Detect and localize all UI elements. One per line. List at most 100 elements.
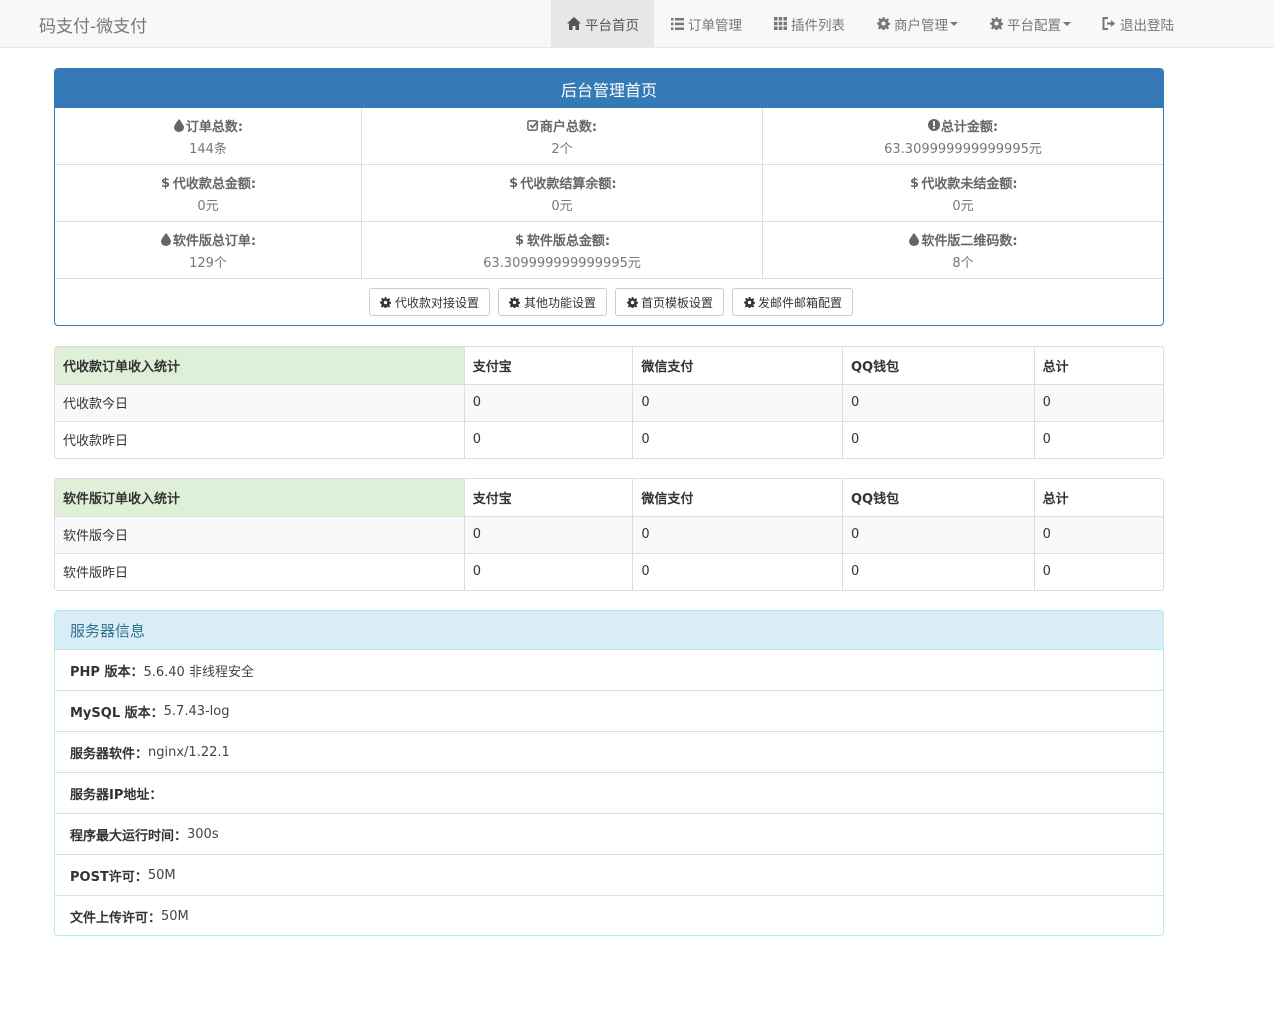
stat-value: 0元 [197,198,219,214]
table-header-cell: 支付宝 [464,479,634,516]
server-info-list: PHP 版本： 5.6.40 非线程安全 MySQL 版本： 5.7.43-log 服务… [55,650,1163,935]
table-header-row: 软件版订单收入统计 支付宝 微信支付 QQ钱包 总计 [55,479,1163,516]
table-cell: 0 [842,515,1035,553]
table-cell: 0 [632,552,843,590]
stat-cell: 总计金额: 63.309999999999995元 [763,108,1163,165]
stat-label: 商户总数: [527,116,597,135]
stat-label: $ 软件版总金额: [514,230,610,249]
table-cell: 0 [464,420,634,458]
server-info-label: 文件上传许可： [70,911,162,926]
gear-icon [509,296,521,308]
button-label: 发邮件邮箱配置 [758,295,843,310]
drop-icon [908,232,920,246]
stat-label-text: 商户总数: [539,119,598,135]
main-nav: 平台首页 订单管理 插件列表 商户管理 平台配置 退出登陆 [551,0,1189,47]
table-cell: 0 [464,515,634,553]
stat-cell: $ 代收款总金额: 0元 [55,165,362,222]
server-info-label: PHP 版本： [70,664,144,680]
stat-value: 8个 [952,255,974,271]
table-header-cell: 软件版订单收入统计 [55,479,465,516]
server-info-value: 5.6.40 非线程安全 [143,664,254,680]
collect-api-settings-button[interactable]: 代收款对接设置 [368,288,490,316]
server-info-title: 服务器信息 [55,611,1163,650]
gear-icon [743,296,755,308]
table-header-row: 代收款订单收入统计 支付宝 微信支付 QQ钱包 总计 [55,347,1163,384]
table-cell: 代收款今日 [55,383,465,421]
stat-label-text: 总计金额: [940,119,999,135]
dollar-icon: $ [514,232,526,246]
table-cell: 0 [842,383,1035,421]
table-cell: 0 [464,552,634,590]
server-info-row: 文件上传许可： 50M [55,896,1163,935]
server-info-row: 程序最大运行时间： 300s [55,814,1163,855]
table-cell: 0 [1034,552,1163,590]
stat-label: 软件版总订单: [160,230,256,249]
settings-button-row: 代收款对接设置 其他功能设置 首页模板设置 发邮件邮箱配置 [55,279,1163,325]
stat-value: 0元 [551,198,573,214]
check-square-icon [527,118,539,132]
stat-value: 2个 [551,141,573,157]
table-header-cell: 支付宝 [464,347,634,384]
table-row: 软件版今日 0 0 0 0 [55,515,1163,553]
table-header-cell: QQ钱包 [842,479,1035,516]
top-navbar: 码支付-微支付 平台首页 订单管理 插件列表 商户管理 平台配置 退出登陆 [0,0,1274,48]
nav-item-home[interactable]: 平台首页 [551,0,654,47]
nav-item-plugins[interactable]: 插件列表 [757,0,860,47]
dashboard-panel: 后台管理首页 订单总数: 144条 商户总数: 2个 总计金额: 63.309999999… [54,68,1164,326]
stat-label-text: 软件版二维码数: [921,233,1018,249]
stat-label-text: 软件版总订单: [172,233,257,249]
nav-item-logout[interactable]: 退出登陆 [1086,0,1189,47]
server-info-label: 服务器软件： [70,746,149,762]
nav-item-label: 插件列表 [791,17,845,34]
stat-label-text: 代收款总金额: [172,176,257,192]
mail-config-button[interactable]: 发邮件邮箱配置 [732,288,854,316]
stat-cell: 订单总数: 144条 [55,108,362,165]
stat-cell: 软件版总订单: 129个 [55,222,362,279]
server-info-panel: 服务器信息 PHP 版本： 5.6.40 非线程安全 MySQL 版本： 5.7.43… [54,610,1164,936]
stat-cell: $ 代收款未结金额: 0元 [763,165,1163,222]
homepage-template-button[interactable]: 首页模板设置 [615,288,725,316]
dashboard-title: 后台管理首页 [55,69,1163,108]
stat-cell: $ 代收款结算余额: 0元 [362,165,763,222]
table-header-cell: 微信支付 [632,479,843,516]
svg-text:$: $ [161,176,170,189]
collect-income-table: 代收款订单收入统计 支付宝 微信支付 QQ钱包 总计 代收款今日 0 0 0 0 代收款昨日 0 0 0 0 [54,346,1164,459]
stat-value: 63.309999999999995元 [483,255,641,271]
stat-cell: 软件版二维码数: 8个 [763,222,1163,279]
server-info-row: POST许可： 50M [55,855,1163,896]
caret-down-icon [950,21,958,26]
table-header-cell: QQ钱包 [842,347,1035,384]
table-cell: 代收款昨日 [55,420,465,458]
server-info-label: 服务器IP地址： [70,787,163,803]
server-info-row: 服务器IP地址： [55,773,1163,814]
table-header-cell: 总计 [1042,491,1069,507]
stat-label: 总计金额: [927,116,999,135]
table-cell: 0 [842,420,1035,458]
software-income-table: 软件版订单收入统计 支付宝 微信支付 QQ钱包 总计 软件版今日 0 0 0 0 软件版昨日 0 0 0 0 [54,478,1164,591]
table-cell: 0 [1034,515,1163,553]
stat-cell: 商户总数: 2个 [362,108,763,165]
stat-label: $ 代收款未结金额: [908,173,1018,192]
nav-item-platform-config[interactable]: 平台配置 [973,0,1086,47]
table-cell: 0 [842,552,1035,590]
stat-label-text: 代收款结算余额: [520,176,617,192]
nav-item-label: 商户管理 [894,17,948,34]
other-settings-button[interactable]: 其他功能设置 [497,288,607,316]
stat-cell: $ 软件版总金额: 63.309999999999995元 [362,222,763,279]
nav-item-orders[interactable]: 订单管理 [654,0,757,47]
table-cell: 0 [1034,420,1163,458]
gear-icon [380,296,392,308]
brand-title[interactable]: 码支付-微支付 [39,12,147,37]
server-info-label: 程序最大运行时间： [70,828,188,844]
table-cell: 软件版昨日 [55,552,465,590]
nav-item-merchants[interactable]: 商户管理 [860,0,973,47]
server-info-value: 50M [161,909,189,924]
nav-item-label: 订单管理 [688,17,742,34]
table-row: 代收款今日 0 0 0 0 [55,383,1163,421]
server-info-label: POST许可： [70,869,148,885]
server-info-row: 服务器软件： nginx/1.22.1 [55,732,1163,773]
server-info-value: 50M [147,867,176,883]
server-info-label: MySQL 版本： [70,705,164,721]
stat-label-text: 软件版总金额: [526,233,611,249]
table-header-cell: 微信支付 [632,347,843,384]
